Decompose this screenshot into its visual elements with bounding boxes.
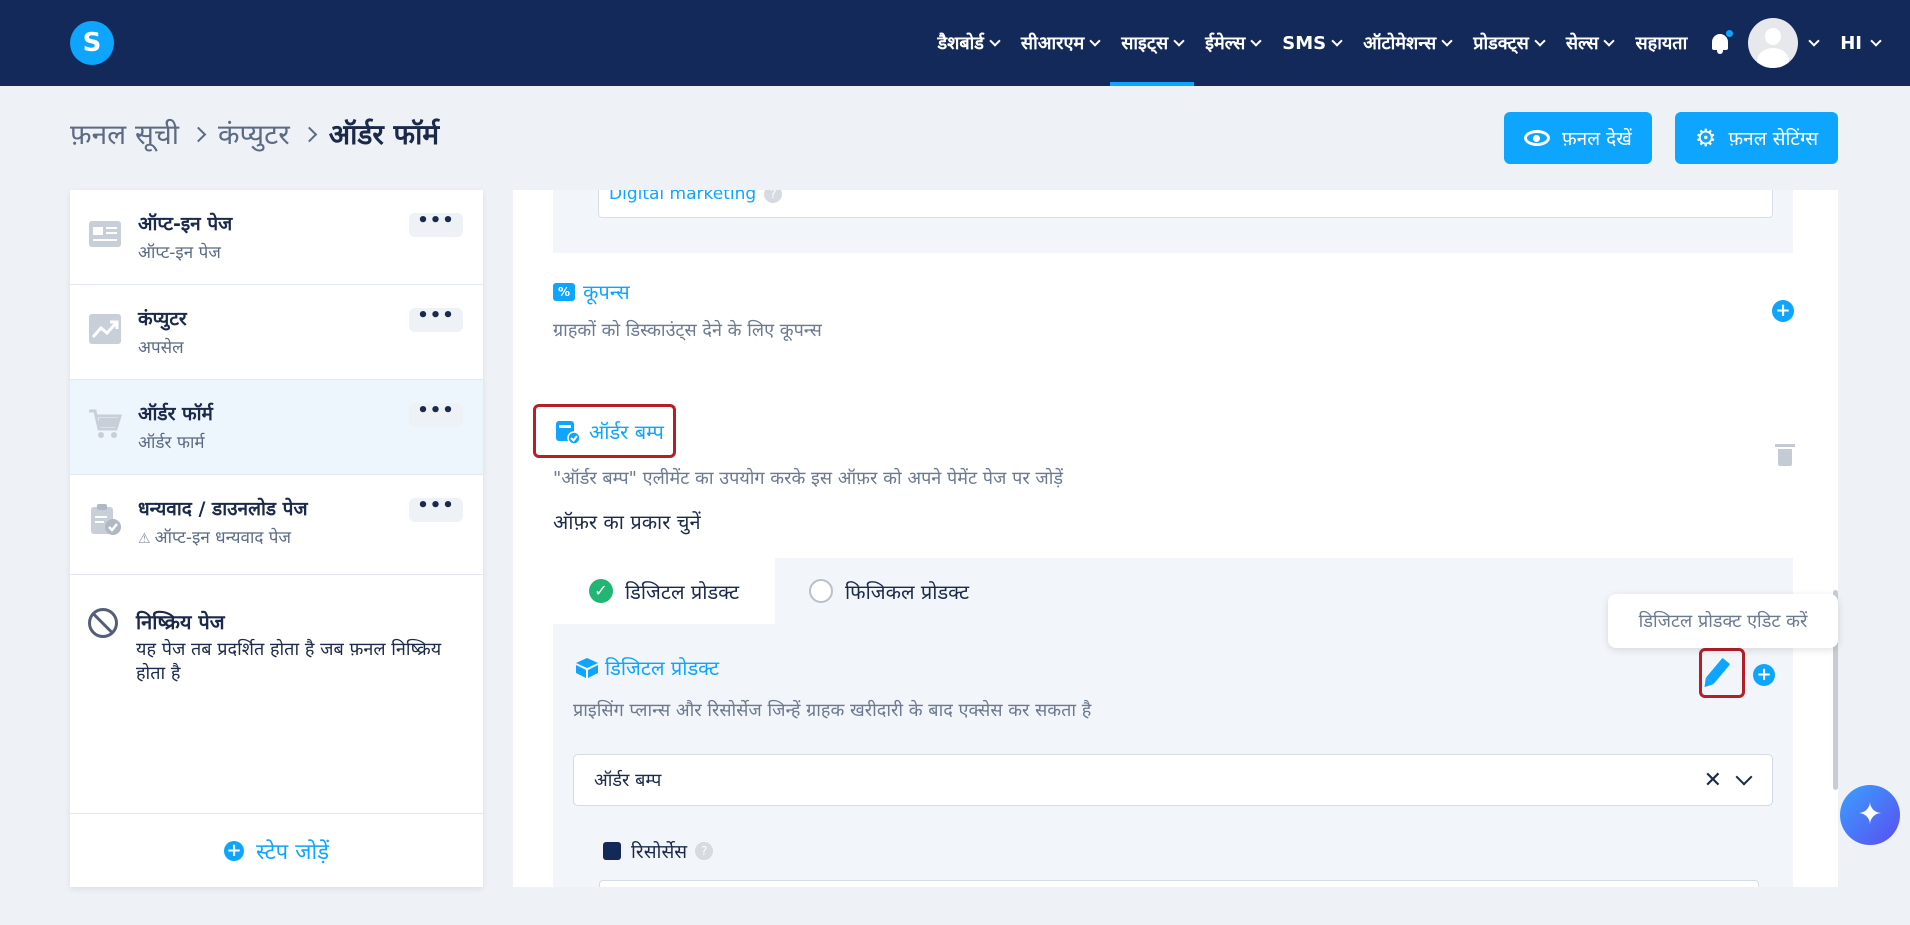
notification-dot	[1725, 29, 1735, 38]
top-navbar: S डैशबोर्ड सीआरएम साइट्स ईमेल्स SMS ऑटोम…	[0, 0, 1910, 86]
digital-product-panel: डिजिटल प्रोडक्ट प्राइसिंग प्लान्स और रिस…	[553, 624, 1793, 887]
radio-icon	[809, 579, 833, 603]
chevron-down-icon	[1250, 34, 1262, 47]
upsell-chart-icon	[89, 314, 121, 344]
checklist-icon	[603, 842, 621, 860]
help-icon[interactable]: ?	[695, 842, 714, 860]
edit-tooltip: डिजिटल प्रोडक्ट एडिट करें	[1608, 594, 1838, 648]
tags-section: Digital marketing?	[553, 190, 1793, 253]
funnel-settings-button[interactable]: ⚙ फ़नल सेटिंग्स	[1675, 112, 1839, 164]
chevron-down-icon	[1331, 34, 1343, 47]
nav-item-emails[interactable]: ईमेल्स	[1194, 0, 1271, 86]
step-more-button[interactable]: •••	[409, 497, 463, 522]
warning-icon: ⚠	[138, 531, 151, 547]
trash-icon[interactable]	[1775, 442, 1795, 466]
digital-product-description: प्राइसिंग प्लान्स और रिसोर्सेज जिन्हें ग…	[573, 700, 1092, 721]
resources-field[interactable]	[599, 880, 1759, 887]
nav-item-dashboard[interactable]: डैशबोर्ड	[926, 0, 1009, 86]
nav-item-crm[interactable]: सीआरएम	[1010, 0, 1110, 86]
nav-item-help[interactable]: सहायता	[1624, 0, 1698, 86]
breadcrumb-current: ऑर्डर फॉर्म	[328, 118, 440, 151]
coupons-title: % कूपन्स	[553, 278, 630, 305]
user-avatar[interactable]	[1748, 18, 1799, 68]
offer-type-tabs: ✓ डिजिटल प्रोडक्ट फिजिकल प्रोडक्ट डिजिटल…	[553, 558, 1793, 887]
clear-icon[interactable]: ✕	[1704, 768, 1722, 793]
breadcrumb-funnel[interactable]: कंप्युटर	[218, 115, 290, 153]
chevron-right-icon	[190, 126, 207, 142]
coupons-description: ग्राहकों को डिस्काउंट्स देने के लिए कूपन…	[553, 320, 822, 341]
inactive-page-step[interactable]: निष्क्रिय पेज यह पेज तब प्रदर्शित होता ह…	[70, 586, 483, 706]
cart-icon	[89, 409, 122, 438]
nav-item-sites[interactable]: साइट्स	[1110, 0, 1195, 86]
notification-bell-icon[interactable]	[1710, 29, 1735, 54]
pencil-icon	[1705, 657, 1731, 685]
app-logo[interactable]: S	[70, 21, 114, 65]
help-icon[interactable]: ?	[764, 190, 783, 203]
chevron-down-icon	[1173, 34, 1185, 47]
ban-icon	[88, 608, 118, 638]
step-optin-page[interactable]: ऑप्ट-इन पेज ऑप्ट-इन पेज •••	[70, 190, 483, 285]
nav-item-products[interactable]: प्रोडक्ट्स	[1462, 0, 1555, 86]
funnel-steps-sidebar: ऑप्ट-इन पेज ऑप्ट-इन पेज ••• कंप्युटर अपस…	[70, 190, 483, 887]
nav-item-automations[interactable]: ऑटोमेशन्स	[1352, 0, 1462, 86]
add-step-button[interactable]: + स्टेप जोड़ें	[70, 813, 483, 887]
resources-title: रिसोर्सेस ?	[603, 838, 714, 864]
breadcrumb-funnel-list[interactable]: फ़नल सूची	[70, 115, 179, 153]
tab-physical-product[interactable]: फिजिकल प्रोडक्ट	[809, 558, 969, 624]
chevron-down-icon[interactable]	[1808, 34, 1820, 47]
sparkle-icon: ✦	[1857, 797, 1883, 832]
box-icon	[576, 657, 598, 678]
view-funnel-button[interactable]: फ़नल देखें	[1504, 112, 1652, 164]
chevron-down-icon	[989, 34, 1001, 47]
eye-icon	[1524, 130, 1550, 146]
step-more-button[interactable]: •••	[409, 212, 463, 237]
nav-item-sales[interactable]: सेल्स	[1555, 0, 1625, 86]
step-more-button[interactable]: •••	[409, 402, 463, 427]
tag-field[interactable]: Digital marketing?	[598, 190, 1773, 218]
step-more-button[interactable]: •••	[409, 307, 463, 332]
optin-page-icon	[89, 221, 121, 247]
digital-product-title: डिजिटल प्रोडक्ट	[575, 654, 719, 681]
offer-type-heading: ऑफ़र का प्रकार चुनें	[553, 510, 701, 534]
check-circle-icon: ✓	[589, 579, 613, 603]
plus-circle-icon: +	[224, 840, 245, 861]
gear-icon: ⚙	[1695, 124, 1717, 152]
order-bump-title: ऑर्डर बम्प	[555, 418, 664, 445]
add-coupon-button[interactable]: +	[1772, 300, 1794, 322]
language-selector[interactable]: HI	[1840, 33, 1910, 54]
tab-digital-product[interactable]: ✓ डिजिटल प्रोडक्ट	[553, 558, 775, 624]
chevron-right-icon	[301, 126, 318, 142]
breadcrumb: फ़नल सूची कंप्युटर ऑर्डर फॉर्म	[70, 115, 439, 153]
product-select[interactable]: ऑर्डर बम्प ✕	[573, 754, 1773, 806]
nav-item-sms[interactable]: SMS	[1271, 0, 1352, 86]
chevron-down-icon	[1441, 34, 1453, 47]
chevron-down-icon	[1089, 34, 1101, 47]
step-settings-panel: Digital marketing? % कूपन्स ग्राहकों को …	[513, 190, 1838, 887]
ai-assistant-button[interactable]: ✦	[1840, 785, 1900, 845]
step-computer[interactable]: कंप्युटर अपसेल •••	[70, 285, 483, 380]
order-bump-description: "ऑर्डर बम्प" एलीमेंट का उपयोग करके इस ऑफ…	[553, 468, 1064, 489]
step-thank-you-page[interactable]: धन्यवाद / डाउनलोड पेज ⚠ ऑप्ट-इन धन्यवाद प…	[70, 475, 483, 575]
chevron-down-icon	[1870, 34, 1882, 47]
chevron-down-icon	[1534, 34, 1546, 47]
chevron-down-icon	[1603, 34, 1616, 47]
main-nav: डैशबोर्ड सीआरएम साइट्स ईमेल्स SMS ऑटोमेश…	[926, 0, 1910, 86]
step-order-form[interactable]: ऑर्डर फॉर्म ऑर्डर फार्म •••	[70, 380, 483, 475]
chevron-down-icon[interactable]	[1735, 768, 1753, 786]
add-digital-product-button[interactable]: +	[1753, 664, 1775, 686]
coupon-icon: %	[553, 282, 575, 301]
edit-digital-product-button[interactable]	[1699, 648, 1745, 698]
clipboard-check-icon	[91, 504, 121, 535]
order-bump-icon	[556, 420, 581, 445]
